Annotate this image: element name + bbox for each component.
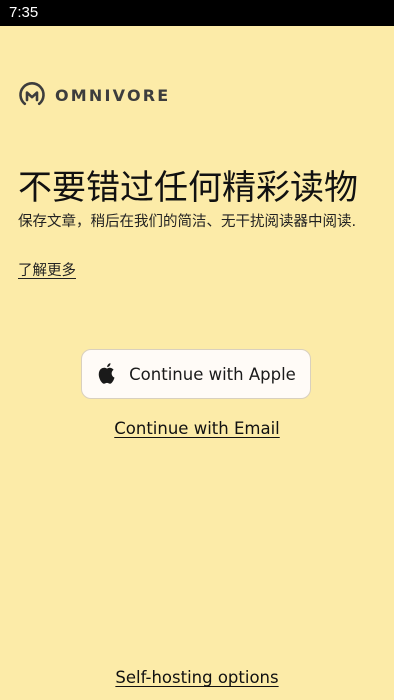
page-subtitle: 保存文章，稍后在我们的简洁、无干扰阅读器中阅读.: [18, 214, 357, 230]
continue-with-apple-label: Continue with Apple: [129, 364, 296, 384]
self-hosting-options-link[interactable]: Self-hosting options: [0, 667, 394, 689]
continue-with-email-link[interactable]: Continue with Email: [0, 418, 394, 440]
status-bar-time: 7:35: [9, 4, 39, 21]
apple-logo-icon: [96, 361, 129, 387]
page-headline: 不要错过任何精彩读物: [18, 168, 358, 208]
continue-with-apple-button[interactable]: Continue with Apple: [81, 349, 311, 399]
learn-more-link[interactable]: 了解更多: [18, 261, 76, 281]
status-bar: 7:35: [0, 0, 394, 26]
omnivore-logo-icon: [18, 81, 46, 109]
logo-wordmark: OMNIVORE: [55, 85, 171, 105]
omnivore-logo: OMNIVORE: [18, 81, 170, 109]
